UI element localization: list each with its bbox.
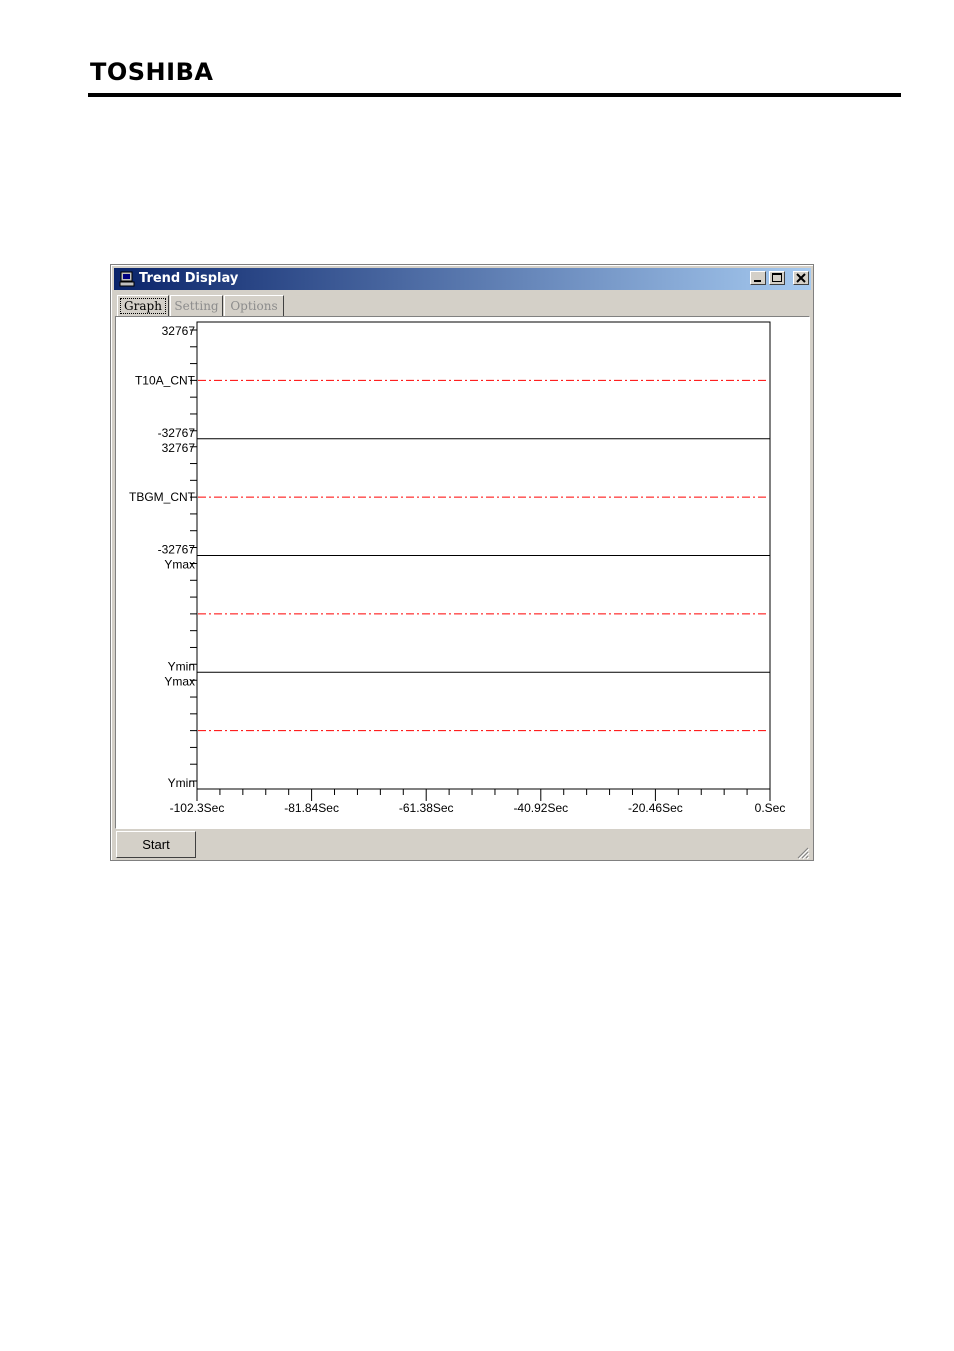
computer-icon <box>119 271 135 287</box>
tab-graph[interactable]: Graph <box>117 295 169 316</box>
y-axis-max-label: Ymax <box>164 674 195 688</box>
x-tick-label: -102.3Sec <box>170 801 225 815</box>
start-button[interactable]: Start <box>116 831 196 858</box>
y-axis-max-label: 32767 <box>162 324 196 338</box>
tab-options[interactable]: Options <box>224 295 284 316</box>
tab-setting[interactable]: Setting <box>170 295 223 316</box>
y-axis-min-label: Ymin <box>168 776 195 790</box>
y-axis-min-label: -32767 <box>158 426 196 440</box>
minimize-button[interactable] <box>750 271 766 285</box>
maximize-button[interactable] <box>769 271 785 285</box>
y-axis-min-label: Ymin <box>168 659 195 673</box>
header-rule <box>88 93 901 97</box>
series-label: TBGM_CNT <box>129 490 196 504</box>
title-bar[interactable]: Trend Display <box>114 268 811 290</box>
x-tick-label: 0.Sec <box>755 801 786 815</box>
close-icon <box>796 273 806 283</box>
y-axis-max-label: Ymax <box>164 558 195 572</box>
toshiba-logo: TOSHIBA <box>90 58 214 86</box>
resize-grip-icon[interactable] <box>794 844 810 860</box>
series-label: T10A_CNT <box>135 373 196 387</box>
minimize-icon <box>754 280 761 282</box>
close-button[interactable] <box>793 271 809 285</box>
x-tick-label: -40.92Sec <box>513 801 568 815</box>
window-title: Trend Display <box>139 271 239 286</box>
maximize-icon <box>772 273 782 282</box>
trend-display-window: Trend Display Graph Setting Options 3276… <box>110 264 814 861</box>
x-tick-label: -61.38Sec <box>399 801 454 815</box>
trend-chart: 32767-32767T10A_CNT32767-32767TBGM_CNTYm… <box>129 321 786 815</box>
x-tick-label: -20.46Sec <box>628 801 683 815</box>
tab-setting-label: Setting <box>174 299 219 313</box>
graph-panel: 32767 -32767 T10A_CNT 32767 -32767 TBGM_CNT Ym… <box>115 316 810 829</box>
tab-options-label: Options <box>230 299 278 313</box>
tab-graph-label: Graph <box>120 298 166 314</box>
y-axis-min-label: -32767 <box>158 543 196 557</box>
y-axis-max-label: 32767 <box>162 441 196 455</box>
x-tick-label: -81.84Sec <box>284 801 339 815</box>
